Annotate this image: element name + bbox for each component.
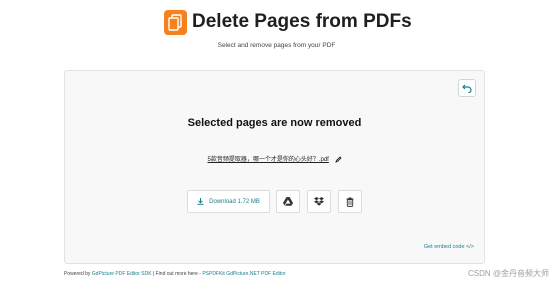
google-drive-button[interactable] [276,190,300,213]
file-row: 5款音频提取器，哪一个才是你的心头好？.pdf [65,154,484,163]
footer: Powered by GdPicture PDF Editor SDK | Fi… [64,271,286,277]
dropbox-icon [314,197,324,206]
embed-code-link[interactable]: Get embed code </> [424,244,474,250]
header: Delete Pages from PDFs [0,10,553,36]
result-panel: Selected pages are now removed 5款音频提取器，哪… [64,70,485,264]
download-icon [197,198,204,205]
undo-icon [462,84,472,93]
google-drive-icon [283,197,293,206]
status-heading: Selected pages are now removed [187,117,362,129]
download-label: Download 1.72 MB [209,198,260,205]
page-subtitle: Select and remove pages from your PDF [217,42,336,49]
document-stack-icon [164,10,187,35]
trash-icon [346,197,354,207]
footer-text: Powered by [64,271,92,277]
file-name: 5款音频提取器，哪一个才是你的心头好？.pdf [207,157,329,163]
delete-button[interactable] [338,190,362,213]
sdk-link[interactable]: GdPicture PDF Editor SDK [92,271,152,277]
page-title: Delete Pages from PDFs [192,11,412,32]
pspdfkit-link[interactable]: PSPDFKit GdPicture.NET PDF Editor [202,271,285,277]
footer-separator: | Find out more here - [151,271,203,277]
dropbox-button[interactable] [307,190,331,213]
undo-button[interactable] [458,79,476,97]
download-button[interactable]: Download 1.72 MB [187,190,270,213]
edit-icon[interactable] [334,156,342,163]
watermark: CSDN @金丹音频大师 [467,269,549,278]
